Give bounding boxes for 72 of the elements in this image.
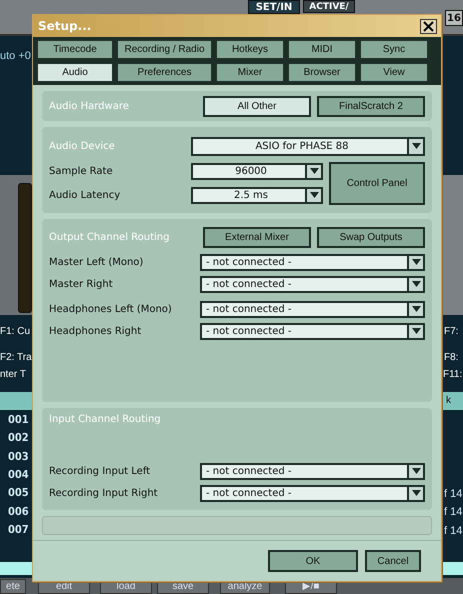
hardware-button[interactable]: FinalScratch 2 (317, 96, 425, 116)
track-number: 006 (8, 504, 29, 518)
table-cell: f 14 (444, 488, 462, 500)
readout-text: uto +0 (0, 50, 31, 62)
control-panel-button[interactable]: Control Panel (329, 162, 425, 204)
dropdown-field[interactable]: ASIO for PHASE 88 (191, 136, 425, 156)
tab[interactable]: MIDI (287, 39, 357, 60)
dropdown-arrow-icon (412, 468, 420, 474)
dialog-button[interactable]: OK (268, 550, 358, 572)
track-number: 001 (8, 413, 29, 426)
dropdown-field[interactable]: 2.5 ms (191, 186, 323, 204)
hotkey-label: F11: (443, 369, 462, 380)
field-label: Headphones Right (49, 326, 142, 336)
field-label: Recording Input Right (49, 488, 158, 498)
routing-button[interactable]: External Mixer (203, 227, 311, 248)
dropdown-arrow-icon (412, 281, 420, 287)
deck-button[interactable]: SET/IN (248, 0, 300, 14)
dropdown-arrow-icon (412, 259, 420, 265)
field-label: Master Right (49, 278, 113, 290)
dropdown-field[interactable]: - not connected - (200, 254, 425, 270)
column-header: k (446, 395, 451, 406)
dropdown-arrow-icon (412, 490, 420, 496)
tab[interactable]: Sync (359, 39, 429, 60)
field-label: Headphones Left (Mono) (49, 304, 172, 314)
tab[interactable]: Hotkeys (215, 39, 285, 60)
track-number: 004 (8, 468, 29, 481)
deck-button[interactable]: 16 (445, 10, 463, 26)
track-number: 003 (8, 450, 29, 463)
section-label: Audio Hardware (49, 100, 129, 112)
tab[interactable]: Timecode (36, 39, 114, 60)
hardware-button[interactable]: All Other (203, 96, 311, 116)
dropdown-arrow-icon (412, 143, 420, 149)
track-number: 002 (8, 431, 29, 444)
dropdown-arrow-icon (412, 328, 420, 334)
tab[interactable]: Mixer (215, 62, 285, 83)
browser-button[interactable]: ete (0, 579, 26, 594)
dialog-button[interactable]: Cancel (365, 550, 421, 572)
table-cell: f 14 (444, 506, 462, 518)
field-label: Audio Device (49, 140, 116, 152)
section-label: Input Channel Routing (49, 414, 162, 427)
dropdown-field[interactable]: - not connected - (200, 300, 425, 318)
tab[interactable]: View (359, 62, 429, 83)
hotkey-label: F2: Tra (0, 352, 32, 363)
track-number: 007 (8, 522, 29, 536)
close-button[interactable] (420, 18, 437, 34)
hotkey-label: F1: Cu (0, 326, 30, 337)
dropdown-arrow-icon (310, 192, 318, 198)
track-number: 005 (8, 486, 29, 500)
field-label: Audio Latency (49, 190, 122, 200)
dropdown-field[interactable]: - not connected - (200, 462, 425, 480)
dropdown-field[interactable]: - not connected - (200, 484, 425, 502)
field-label: Sample Rate (49, 166, 114, 176)
tab[interactable]: Audio (36, 62, 114, 83)
deck-button[interactable]: ACTIVE/ (303, 0, 355, 13)
hotkey-label: F8: (444, 352, 458, 363)
close-icon (423, 20, 434, 32)
dropdown-field[interactable]: 96000 (191, 162, 323, 180)
tab[interactable]: Recording / Radio (116, 39, 213, 60)
table-cell: f 14 (444, 524, 462, 537)
hotkey-label: nter T (0, 369, 26, 380)
tab[interactable]: Browser (287, 62, 357, 83)
field-label: Recording Input Left (49, 466, 150, 476)
section-label: Output Channel Routing (49, 232, 170, 243)
window-title: Setup... (38, 19, 92, 33)
field-label: Master Left (Mono) (49, 256, 144, 268)
dropdown-field[interactable]: - not connected - (200, 276, 425, 292)
hotkey-label: F7: (444, 326, 458, 337)
tab[interactable]: Preferences (116, 62, 213, 83)
dropdown-field[interactable]: - not connected - (200, 322, 425, 340)
dropdown-arrow-icon (310, 168, 318, 174)
dropdown-arrow-icon (412, 306, 420, 312)
routing-button[interactable]: Swap Outputs (317, 227, 425, 248)
